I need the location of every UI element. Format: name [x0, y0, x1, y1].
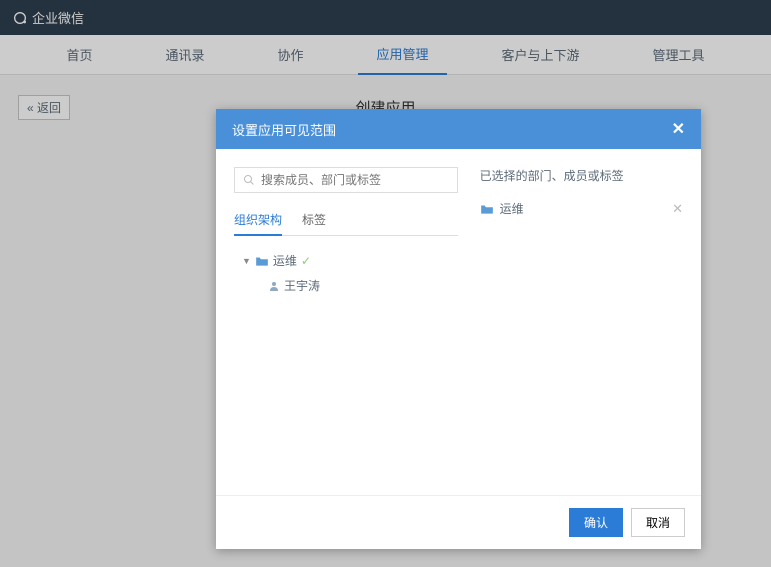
picker-tabs: 组织架构 标签 [234, 205, 458, 236]
left-panel: 组织架构 标签 ▼ 运维 ✓ 王宇涛 [234, 167, 458, 477]
cancel-button[interactable]: 取消 [631, 508, 685, 537]
chevron-down-icon: ▼ [242, 256, 251, 266]
close-icon[interactable]: ✕ [672, 119, 685, 139]
modal-body: 组织架构 标签 ▼ 运维 ✓ 王宇涛 已选择的部门、成员或标签 [216, 149, 701, 495]
person-icon [268, 280, 280, 292]
selected-title: 已选择的部门、成员或标签 [480, 167, 683, 184]
modal-title: 设置应用可见范围 [232, 120, 336, 139]
tree-node-root[interactable]: ▼ 运维 ✓ [234, 248, 458, 273]
tab-tags[interactable]: 标签 [302, 205, 326, 235]
folder-icon [255, 255, 269, 267]
modal-footer: 确认 取消 [216, 495, 701, 549]
right-panel: 已选择的部门、成员或标签 运维 ✕ [468, 167, 683, 477]
folder-icon [480, 203, 494, 215]
search-icon [243, 174, 255, 186]
visibility-modal: 设置应用可见范围 ✕ 组织架构 标签 ▼ 运维 ✓ [216, 109, 701, 549]
check-icon: ✓ [301, 254, 311, 268]
remove-icon[interactable]: ✕ [672, 201, 683, 217]
selected-label: 运维 [500, 200, 524, 217]
selected-left: 运维 [480, 200, 524, 217]
search-input[interactable] [261, 173, 449, 187]
tree-node-label: 运维 [273, 252, 297, 269]
search-box[interactable] [234, 167, 458, 193]
modal-header: 设置应用可见范围 ✕ [216, 109, 701, 149]
tab-org[interactable]: 组织架构 [234, 205, 282, 236]
tree-node-member[interactable]: 王宇涛 [234, 273, 458, 298]
tree-member-label: 王宇涛 [284, 277, 320, 294]
selected-item: 运维 ✕ [480, 196, 683, 221]
confirm-button[interactable]: 确认 [569, 508, 623, 537]
org-tree: ▼ 运维 ✓ 王宇涛 [234, 248, 458, 298]
